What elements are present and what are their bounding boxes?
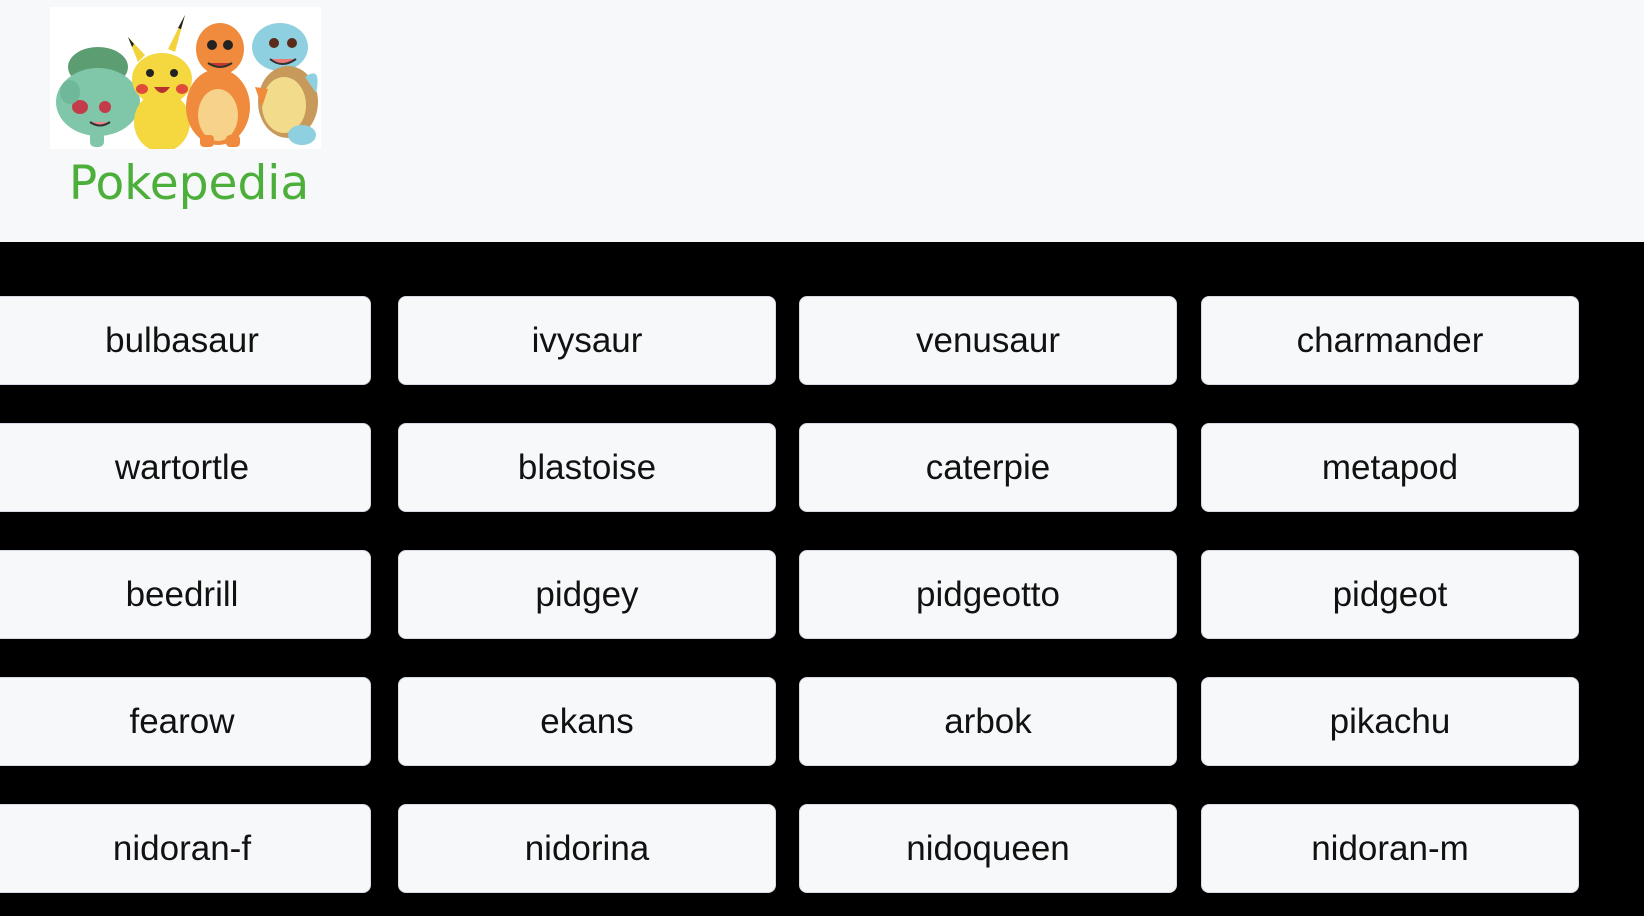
pokemon-card-charmander[interactable]: charmander xyxy=(1201,296,1579,385)
squirtle-illustration xyxy=(252,23,318,145)
pokemon-card-ekans[interactable]: ekans xyxy=(398,677,776,766)
pokemon-card-wartortle[interactable]: wartortle xyxy=(0,423,371,512)
starter-pokemon-illustration xyxy=(56,15,318,152)
pokemon-card-ivysaur[interactable]: ivysaur xyxy=(398,296,776,385)
pokemon-card-blastoise[interactable]: blastoise xyxy=(398,423,776,512)
pokemon-card-pidgeot[interactable]: pidgeot xyxy=(1201,550,1579,639)
pokemon-card-bulbasaur[interactable]: bulbasaur xyxy=(0,296,371,385)
site-title[interactable]: Pokepedia xyxy=(50,152,328,216)
bulbasaur-illustration xyxy=(56,47,140,147)
pokemon-card-pidgey[interactable]: pidgey xyxy=(398,550,776,639)
pokemon-card-nidorina[interactable]: nidorina xyxy=(398,804,776,893)
pokemon-card-arbok[interactable]: arbok xyxy=(799,677,1177,766)
pokemon-card-venusaur[interactable]: venusaur xyxy=(799,296,1177,385)
pikachu-illustration xyxy=(128,15,192,152)
pokemon-card-nidoran-m[interactable]: nidoran-m xyxy=(1201,804,1579,893)
pokemon-card-caterpie[interactable]: caterpie xyxy=(799,423,1177,512)
charmander-illustration xyxy=(186,23,250,147)
pokemon-card-pidgeotto[interactable]: pidgeotto xyxy=(799,550,1177,639)
pokemon-card-nidoran-f[interactable]: nidoran-f xyxy=(0,804,371,893)
pokemon-card-nidoqueen[interactable]: nidoqueen xyxy=(799,804,1177,893)
pokemon-card-metapod[interactable]: metapod xyxy=(1201,423,1579,512)
pokemon-card-fearow[interactable]: fearow xyxy=(0,677,371,766)
site-header: Pokepedia xyxy=(0,0,1644,242)
pokemon-card-beedrill[interactable]: beedrill xyxy=(0,550,371,639)
pokemon-card-pikachu[interactable]: pikachu xyxy=(1201,677,1579,766)
pokemon-logo-image[interactable] xyxy=(50,7,321,152)
